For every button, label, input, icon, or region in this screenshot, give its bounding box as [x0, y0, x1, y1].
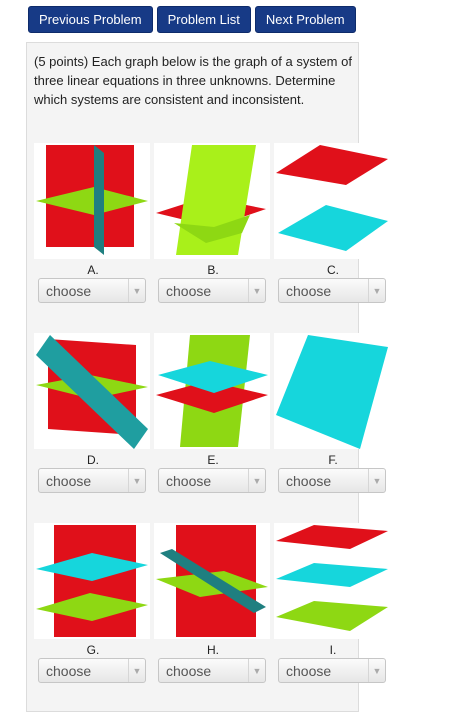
graph-f-select-value: choose: [286, 473, 332, 489]
graph-e-image: [154, 333, 270, 449]
graph-cell-f: F. choose ▼: [274, 333, 392, 493]
chevron-down-icon: ▼: [248, 279, 265, 302]
graph-g-label: G.: [86, 643, 100, 657]
graph-a-select-value: choose: [46, 283, 92, 299]
graph-b-image: [154, 143, 270, 259]
graph-i-select-value: choose: [286, 663, 332, 679]
chevron-down-icon: ▼: [368, 659, 385, 682]
graph-d-select-value: choose: [46, 473, 92, 489]
graph-h-image: [154, 523, 270, 639]
graph-d-label: D.: [87, 453, 99, 467]
graph-i-image: [274, 523, 390, 639]
next-problem-button[interactable]: Next Problem: [254, 6, 356, 33]
graph-a-image: [34, 143, 150, 259]
graph-d-image: [34, 333, 150, 449]
graph-i-select[interactable]: choose ▼: [278, 658, 386, 683]
graph-d-select[interactable]: choose ▼: [38, 468, 146, 493]
graph-e-select-value: choose: [166, 473, 212, 489]
graph-c-select-value: choose: [286, 283, 332, 299]
question-text: (5 points) Each graph below is the graph…: [34, 54, 352, 107]
chevron-down-icon: ▼: [128, 279, 145, 302]
graph-cell-a: A. choose ▼: [34, 143, 152, 303]
chevron-down-icon: ▼: [248, 659, 265, 682]
graph-c-image: [274, 143, 390, 259]
graph-f-label: F.: [328, 453, 338, 467]
chevron-down-icon: ▼: [248, 469, 265, 492]
graph-g-select-value: choose: [46, 663, 92, 679]
graph-cell-e: E. choose ▼: [154, 333, 272, 493]
graph-f-select[interactable]: choose ▼: [278, 468, 386, 493]
graph-b-select[interactable]: choose ▼: [158, 278, 266, 303]
graph-cell-h: H. choose ▼: [154, 523, 272, 683]
graph-c-label: C.: [327, 263, 339, 277]
graph-cell-c: C. choose ▼: [274, 143, 392, 303]
graph-a-select[interactable]: choose ▼: [38, 278, 146, 303]
chevron-down-icon: ▼: [368, 469, 385, 492]
graph-g-select[interactable]: choose ▼: [38, 658, 146, 683]
previous-problem-button[interactable]: Previous Problem: [28, 6, 153, 33]
graph-f-image: [274, 333, 390, 449]
graph-g-image: [34, 523, 150, 639]
chevron-down-icon: ▼: [128, 469, 145, 492]
problem-nav: Previous Problem Problem List Next Probl…: [28, 6, 356, 33]
graph-h-label: H.: [207, 643, 219, 657]
graph-h-select-value: choose: [166, 663, 212, 679]
chevron-down-icon: ▼: [128, 659, 145, 682]
problem-list-button[interactable]: Problem List: [156, 6, 251, 33]
graph-i-label: I.: [329, 643, 337, 657]
chevron-down-icon: ▼: [368, 279, 385, 302]
graph-cell-b: B. choose ▼: [154, 143, 272, 303]
graph-h-select[interactable]: choose ▼: [158, 658, 266, 683]
graph-cell-d: D. choose ▼: [34, 333, 152, 493]
graph-cell-g: G. choose ▼: [34, 523, 152, 683]
graph-b-label: B.: [207, 263, 219, 277]
graph-c-select[interactable]: choose ▼: [278, 278, 386, 303]
graph-b-select-value: choose: [166, 283, 212, 299]
graph-e-label: E.: [207, 453, 219, 467]
graph-a-label: A.: [87, 263, 99, 277]
graph-cell-i: I. choose ▼: [274, 523, 392, 683]
graph-e-select[interactable]: choose ▼: [158, 468, 266, 493]
